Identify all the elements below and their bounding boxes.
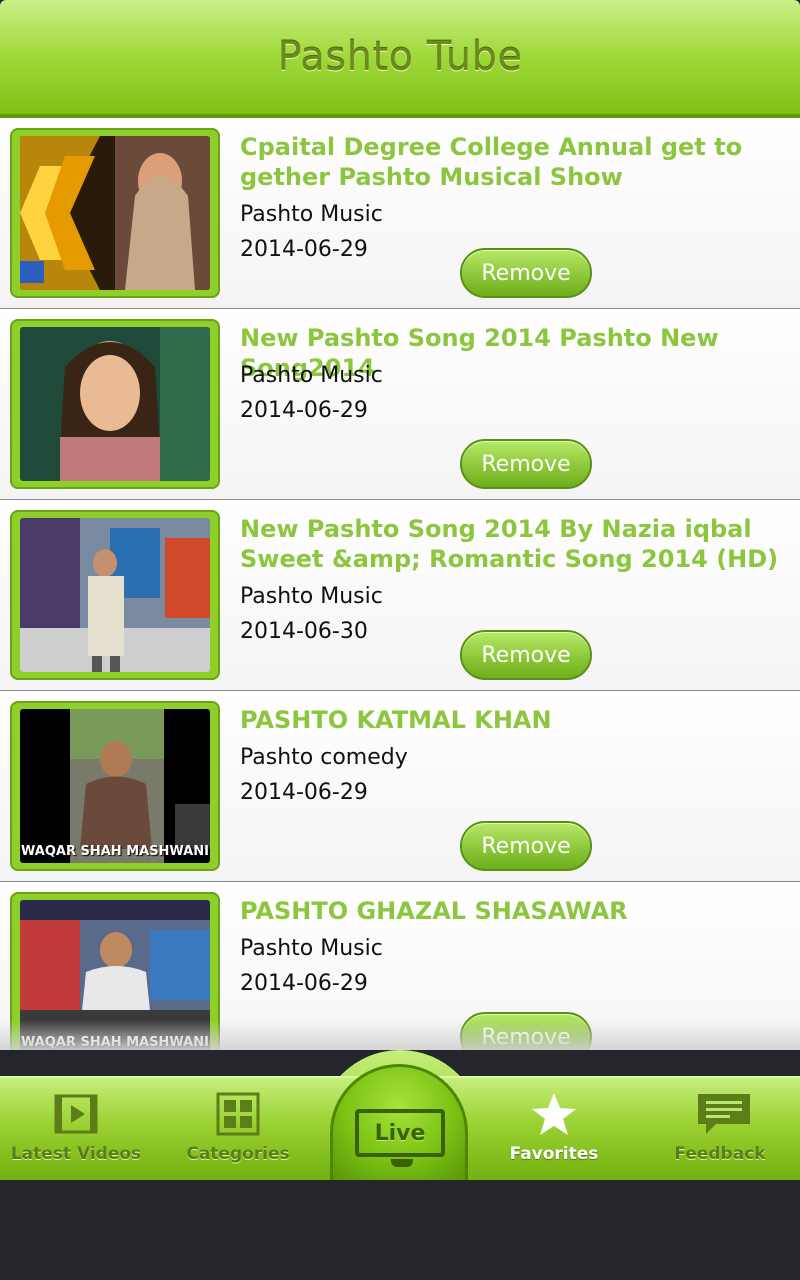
- list-item[interactable]: Cpaital Degree College Annual get to get…: [0, 118, 800, 309]
- remove-button[interactable]: Remove: [460, 439, 592, 489]
- remove-button[interactable]: Remove: [460, 630, 592, 680]
- video-title[interactable]: Cpaital Degree College Annual get to get…: [240, 132, 795, 192]
- video-category: Pashto comedy: [240, 745, 408, 770]
- remove-button[interactable]: Remove: [460, 821, 592, 871]
- tv-stand: [391, 1159, 413, 1167]
- video-title[interactable]: PASHTO KATMAL KHAN: [240, 705, 795, 735]
- tab-categories[interactable]: Categories: [163, 1092, 313, 1172]
- video-category: Pashto Music: [240, 202, 383, 227]
- chat-bubble-icon: [696, 1092, 750, 1136]
- app-header: Pashto Tube: [0, 0, 800, 118]
- video-title[interactable]: PASHTO GHAZAL SHASAWAR: [240, 896, 795, 926]
- thumbnail-image: WAQAR SHAH MASHWANI: [20, 900, 210, 1050]
- star-icon: [530, 1092, 578, 1136]
- list-item[interactable]: WAQAR SHAH MASHWANI PASHTO GHAZAL SHASAW…: [0, 882, 800, 1050]
- video-date: 2014-06-29: [240, 780, 368, 805]
- grid-icon: [214, 1092, 262, 1136]
- video-thumbnail[interactable]: [10, 319, 220, 489]
- tab-feedback[interactable]: Feedback: [645, 1092, 795, 1172]
- tv-icon: Live: [355, 1109, 445, 1157]
- thumbnail-caption: WAQAR SHAH MASHWANI: [21, 1035, 209, 1050]
- live-label: Live: [374, 1120, 426, 1146]
- list-item[interactable]: New Pashto Song 2014 Pashto New Song2014…: [0, 309, 800, 500]
- video-title[interactable]: New Pashto Song 2014 By Nazia iqbal Swee…: [240, 514, 795, 574]
- video-category: Pashto Music: [240, 363, 383, 388]
- tab-label: Latest Videos: [10, 1144, 142, 1164]
- thumbnail-caption: WAQAR SHAH MASHWANI: [21, 844, 209, 859]
- thumbnail-image: [20, 327, 210, 481]
- tab-label: Feedback: [674, 1144, 766, 1164]
- thumbnail-image: WAQAR SHAH MASHWANI: [20, 709, 210, 863]
- video-date: 2014-06-29: [240, 971, 368, 996]
- tab-label: Favorites: [509, 1144, 599, 1164]
- app-title: Pashto Tube: [277, 34, 523, 80]
- video-thumbnail[interactable]: [10, 128, 220, 298]
- video-date: 2014-06-29: [240, 398, 368, 423]
- video-thumbnail[interactable]: [10, 510, 220, 680]
- tab-label: Categories: [186, 1144, 290, 1164]
- video-category: Pashto Music: [240, 584, 383, 609]
- thumbnail-image: [20, 518, 210, 672]
- tab-favorites[interactable]: Favorites: [479, 1092, 629, 1172]
- remove-button[interactable]: Remove: [460, 248, 592, 298]
- system-area: [0, 1180, 800, 1280]
- thumbnail-image: [20, 136, 210, 290]
- favorites-list[interactable]: Cpaital Degree College Annual get to get…: [0, 118, 800, 1050]
- list-item[interactable]: New Pashto Song 2014 By Nazia iqbal Swee…: [0, 500, 800, 691]
- tab-latest-videos[interactable]: Latest Videos: [1, 1092, 151, 1172]
- video-thumbnail[interactable]: WAQAR SHAH MASHWANI: [10, 892, 220, 1050]
- film-icon: [52, 1092, 100, 1136]
- remove-button[interactable]: Remove: [460, 1012, 592, 1050]
- video-category: Pashto Music: [240, 936, 383, 961]
- list-item[interactable]: WAQAR SHAH MASHWANI PASHTO KATMAL KHAN P…: [0, 691, 800, 882]
- video-thumbnail[interactable]: WAQAR SHAH MASHWANI: [10, 701, 220, 871]
